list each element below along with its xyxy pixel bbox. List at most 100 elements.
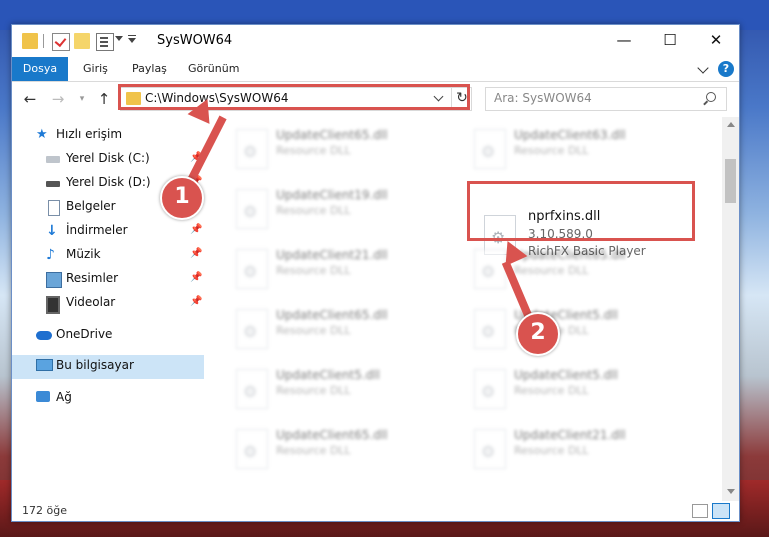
maximize-button[interactable]: ☐ (647, 25, 693, 57)
tab-file[interactable]: Dosya (12, 57, 68, 81)
pin-icon[interactable]: 📌 (190, 224, 202, 235)
sidebar-item-videos[interactable]: Videolar 📌 (12, 292, 204, 314)
file-name: UpdateClient65.dll (276, 308, 388, 322)
tiles-view-icon[interactable] (712, 503, 730, 519)
file-highlight-box (467, 181, 695, 241)
dll-file-icon (236, 249, 268, 289)
file-name: UpdateClient21.dll (514, 428, 626, 442)
sidebar-item-this-pc[interactable]: Bu bilgisayar (12, 355, 204, 379)
dll-file-icon (236, 189, 268, 229)
file-name: UpdateClient5.dll (514, 368, 618, 382)
sidebar-item-label: Yerel Disk (C:) (66, 151, 150, 165)
window-title: SysWOW64 (157, 33, 233, 48)
address-highlight-box (118, 84, 470, 110)
callout-badge-2: 2 (516, 312, 560, 356)
videos-icon (46, 296, 60, 314)
file-description: Resource DLL (276, 264, 351, 277)
sidebar-item-label: OneDrive (56, 327, 113, 341)
search-placeholder: Ara: SysWOW64 (494, 91, 592, 105)
vertical-scrollbar[interactable] (722, 117, 739, 501)
ribbon-tabs: Dosya Giriş Paylaş Görünüm ? (12, 57, 739, 82)
file-list: UpdateClient65.dll Resource DLL UpdateCl… (216, 117, 720, 501)
sidebar-item-label: Bu bilgisayar (56, 358, 134, 372)
list-item[interactable]: UpdateClient5.dll Resource DLL (226, 363, 456, 415)
network-icon (36, 391, 50, 402)
list-item[interactable]: UpdateClient5.dll Resource DLL (464, 303, 694, 355)
scroll-up-icon[interactable] (727, 122, 735, 127)
computer-icon (36, 359, 53, 371)
file-description: Resource DLL (514, 144, 589, 157)
sidebar-item-onedrive[interactable]: OneDrive (12, 324, 204, 346)
file-name: UpdateClient65.dll (514, 248, 626, 262)
recent-locations-icon[interactable]: ▾ (72, 89, 92, 109)
file-description: Resource DLL (514, 264, 589, 277)
sidebar-item-label: Yerel Disk (D:) (66, 175, 151, 189)
item-count: 172 öğe (22, 504, 67, 517)
list-item[interactable]: UpdateClient21.dll Resource DLL (464, 423, 694, 475)
file-description: Resource DLL (514, 384, 589, 397)
downloads-icon: ↓ (46, 223, 58, 239)
minimize-button[interactable]: — (601, 25, 647, 57)
star-icon: ★ (36, 127, 48, 142)
details-view-icon[interactable] (692, 504, 708, 518)
list-item[interactable]: UpdateClient65.dll Resource DLL (226, 423, 456, 475)
sidebar-item-label: Videolar (66, 295, 116, 309)
file-name: UpdateClient65.dll (276, 128, 388, 142)
search-input[interactable]: Ara: SysWOW64 (485, 87, 727, 111)
scroll-down-icon[interactable] (727, 489, 735, 494)
sidebar-item-label: Müzik (66, 247, 101, 261)
dll-file-icon (474, 309, 506, 349)
up-arrow-icon[interactable]: ↑ (94, 89, 114, 109)
title-bar: SysWOW64 — ☐ ✕ (12, 25, 739, 57)
sidebar-item-network[interactable]: Ağ (12, 387, 204, 409)
navigation-pane: ★ Hızlı erişim Yerel Disk (C:) 📌 Yerel D… (12, 117, 204, 501)
scrollbar-thumb[interactable] (725, 159, 736, 203)
customize-toolbar-icon[interactable] (128, 35, 136, 36)
file-description: Resource DLL (276, 204, 351, 217)
sidebar-item-local-disk-c[interactable]: Yerel Disk (C:) 📌 (12, 148, 204, 170)
pictures-icon (46, 272, 62, 288)
file-description: Resource DLL (276, 384, 351, 397)
tab-home[interactable]: Giriş (83, 57, 108, 81)
pin-icon[interactable]: 📌 (190, 248, 202, 259)
quick-access-separator (43, 34, 44, 48)
list-item[interactable]: UpdateClient65.dll Resource DLL (226, 123, 456, 175)
dll-file-icon (236, 369, 268, 409)
pin-icon[interactable]: 📌 (190, 272, 202, 283)
properties-check-icon[interactable] (52, 33, 70, 51)
file-explorer-window: SysWOW64 — ☐ ✕ Dosya Giriş Paylaş Görünü… (11, 24, 740, 522)
list-item[interactable]: UpdateClient5.dll Resource DLL (464, 363, 694, 415)
dll-file-icon (474, 369, 506, 409)
list-item[interactable]: UpdateClient65.dll Resource DLL (226, 303, 456, 355)
sidebar-item-label: Belgeler (66, 199, 116, 213)
view-properties-icon[interactable] (96, 33, 114, 51)
file-name: UpdateClient21.dll (276, 248, 388, 262)
close-button[interactable]: ✕ (693, 25, 739, 57)
forward-arrow-icon[interactable]: → (48, 89, 68, 109)
new-folder-icon[interactable] (74, 33, 90, 49)
navigation-bar: ← → ▾ ↑ C:\Windows\SysWOW64 ↻ Ara: SysWO… (12, 82, 739, 116)
tab-share[interactable]: Paylaş (132, 57, 167, 81)
sidebar-item-downloads[interactable]: ↓ İndirmeler 📌 (12, 220, 204, 242)
dll-file-icon (236, 429, 268, 469)
sidebar-item-music[interactable]: ♪ Müzik 📌 (12, 244, 204, 266)
dll-file-icon (236, 309, 268, 349)
tab-view[interactable]: Görünüm (188, 57, 239, 81)
expand-ribbon-icon[interactable] (697, 62, 709, 74)
help-icon[interactable]: ? (718, 61, 734, 77)
list-item[interactable]: UpdateClient21.dll Resource DLL (226, 243, 456, 295)
file-name: UpdateClient65.dll (276, 428, 388, 442)
customize-chevron-icon[interactable] (128, 38, 136, 43)
sidebar-item-pictures[interactable]: Resimler 📌 (12, 268, 204, 290)
local-disk-c-icon (46, 156, 60, 163)
sidebar-item-quick-access[interactable]: ★ Hızlı erişim (12, 124, 204, 146)
chevron-down-icon[interactable] (115, 36, 123, 41)
list-item[interactable]: UpdateClient63.dll Resource DLL (464, 123, 694, 175)
pin-icon[interactable]: 📌 (190, 296, 202, 307)
file-description: Resource DLL (514, 444, 589, 457)
local-disk-d-icon (46, 181, 60, 187)
search-icon[interactable] (706, 92, 716, 102)
back-arrow-icon[interactable]: ← (20, 89, 40, 109)
list-item[interactable]: UpdateClient19.dll Resource DLL (226, 183, 456, 235)
sidebar-item-label: İndirmeler (66, 223, 128, 237)
